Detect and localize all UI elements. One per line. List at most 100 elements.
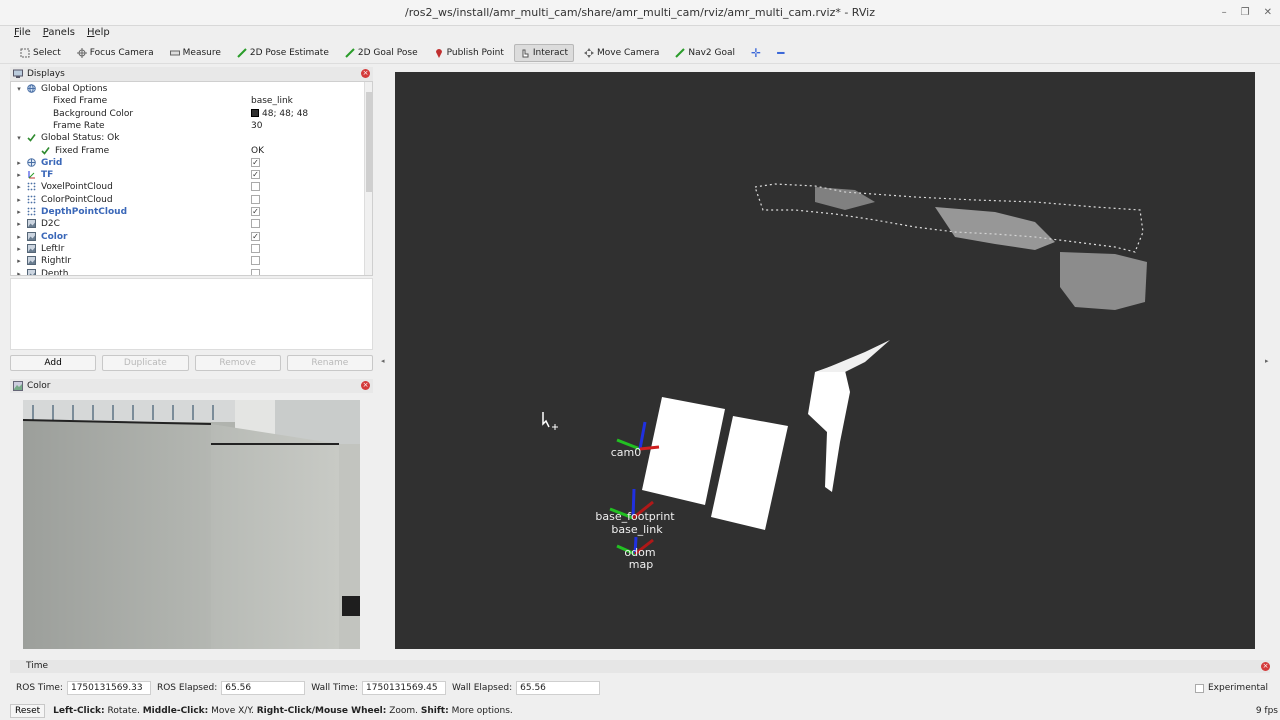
display-row-depthpointcloud[interactable]: ▸ DepthPointCloud ✓ — [11, 206, 366, 218]
display-row-tf[interactable]: ▸ TF ✓ — [11, 169, 366, 181]
remove-button[interactable]: Remove — [194, 355, 281, 371]
expanded-arrow-icon[interactable]: ▾ — [15, 132, 23, 144]
collapsed-arrow-icon[interactable]: ▸ — [15, 169, 23, 181]
display-enable-checkbox[interactable]: ✓ — [251, 231, 260, 241]
remove-tool-minus-icon[interactable]: ━ — [771, 44, 790, 62]
display-row-colorpointcloud[interactable]: ▸ ColorPointCloud — [11, 194, 366, 206]
display-row-d2c[interactable]: ▸ D2C — [11, 218, 366, 230]
display-row-voxelpointcloud[interactable]: ▸ VoxelPointCloud — [11, 181, 366, 193]
image-icon — [27, 243, 36, 253]
wall-elapsed-field[interactable]: 65.56 — [516, 681, 601, 695]
display-row-fixed-frame[interactable]: Fixed Frame base_link — [11, 95, 366, 107]
display-row-global-status-ok[interactable]: ▾ Global Status: Ok — [11, 132, 366, 144]
tool-nav2-goal[interactable]: Nav2 Goal — [669, 44, 741, 62]
check-icon — [27, 133, 36, 142]
expanded-arrow-icon[interactable]: ▾ — [15, 83, 23, 95]
time-panel-title: Time — [26, 661, 49, 671]
minimize-icon[interactable]: – — [1222, 0, 1227, 26]
display-row-background-color[interactable]: Background Color 48; 48; 48 — [11, 108, 366, 120]
menu-panels[interactable]: Panels — [43, 26, 75, 40]
collapsed-arrow-icon[interactable]: ▸ — [15, 255, 23, 267]
ros-time-field[interactable]: 1750131569.33 — [66, 681, 151, 695]
mouse-cursor-icon — [542, 412, 558, 430]
display-enable-checkbox[interactable]: ✓ — [251, 170, 260, 180]
display-row-label: D2C — [41, 219, 60, 230]
display-row-value[interactable]: base_link — [251, 95, 293, 107]
displays-tree[interactable]: ▾ Global Options Fixed Frame base_link Backg… — [10, 81, 373, 276]
rename-button[interactable]: Rename — [286, 355, 373, 371]
display-enable-checkbox[interactable] — [251, 182, 260, 192]
display-row-grid[interactable]: ▸ Grid ✓ — [11, 157, 366, 169]
display-row-rightir[interactable]: ▸ RightIr — [11, 255, 366, 267]
experimental-checkbox[interactable] — [1194, 683, 1204, 693]
hint-key: Middle-Click: — [142, 706, 209, 716]
display-row-label: LeftIr — [41, 243, 65, 254]
maximize-icon[interactable]: ❐ — [1241, 0, 1250, 26]
point-cloud-icon — [27, 182, 36, 191]
experimental-toggle[interactable]: Experimental — [1194, 683, 1268, 693]
collapsed-arrow-icon[interactable]: ▸ — [15, 268, 23, 276]
collapsed-arrow-icon[interactable]: ▸ — [15, 243, 23, 255]
point-cloud-render — [542, 183, 1147, 556]
display-enable-checkbox[interactable] — [251, 219, 260, 229]
close-icon[interactable]: ✕ — [1264, 0, 1272, 26]
tool-publish-point[interactable]: Publish Point — [428, 44, 510, 62]
collapse-left-arrow-icon[interactable]: ◂ — [381, 357, 385, 365]
display-row-color[interactable]: ▸ Color ✓ — [11, 231, 366, 243]
tool-interact[interactable]: Interact — [513, 43, 575, 62]
display-enable-checkbox[interactable] — [251, 256, 260, 266]
display-row-label: Color — [41, 231, 68, 242]
add-tool-plus-icon[interactable]: ✛ — [745, 44, 767, 62]
display-row-leftir[interactable]: ▸ LeftIr — [11, 243, 366, 255]
image-icon — [27, 219, 36, 229]
display-enable-checkbox[interactable] — [251, 243, 260, 253]
close-displays-icon[interactable]: × — [361, 69, 370, 78]
tool-2d-pose-estimate[interactable]: 2D Pose Estimate — [231, 44, 335, 62]
focus-camera-icon — [76, 47, 87, 58]
ros-elapsed-field[interactable]: 65.56 — [221, 681, 306, 695]
tool-2d-goal-pose[interactable]: 2D Goal Pose — [339, 44, 424, 62]
duplicate-button[interactable]: Duplicate — [102, 355, 189, 371]
display-enable-checkbox[interactable]: ✓ — [251, 157, 260, 167]
tool-label: Interact — [532, 47, 569, 58]
display-enable-checkbox[interactable]: ✓ — [251, 207, 260, 216]
menu-help[interactable]: Help — [87, 26, 110, 40]
collapsed-arrow-icon[interactable]: ▸ — [15, 231, 23, 243]
hint-text: Move X/Y. — [208, 706, 257, 716]
collapsed-arrow-icon[interactable]: ▸ — [15, 181, 23, 193]
interact-icon — [520, 48, 530, 58]
collapsed-arrow-icon[interactable]: ▸ — [15, 206, 23, 218]
add-button[interactable]: Add — [10, 355, 97, 371]
tool-measure[interactable]: Measure — [164, 44, 227, 62]
display-row-value[interactable]: 48; 48; 48 — [251, 108, 308, 120]
collapse-right-arrow-icon[interactable]: ▸ — [1265, 357, 1269, 365]
reset-button[interactable]: Reset — [10, 704, 46, 718]
tf-label-map: map — [628, 558, 654, 571]
display-row-depth[interactable]: ▸ Depth — [11, 268, 366, 276]
display-row-fixed-frame[interactable]: Fixed Frame OK — [11, 145, 366, 157]
close-time-panel-icon[interactable]: × — [1261, 662, 1270, 671]
display-row-value[interactable]: 30 — [251, 120, 262, 132]
collapsed-arrow-icon[interactable]: ▸ — [15, 218, 23, 230]
display-row-value[interactable]: OK — [251, 145, 264, 157]
display-row-global-options[interactable]: ▾ Global Options — [11, 83, 366, 95]
render-3d-viewport[interactable]: cam0 base_footprint base_link odom map — [395, 72, 1255, 649]
tool-label: Select — [33, 47, 61, 58]
display-row-label: Fixed Frame — [55, 145, 110, 156]
display-row-frame-rate[interactable]: Frame Rate 30 — [11, 120, 366, 132]
scrollbar-thumb[interactable] — [366, 92, 372, 192]
collapsed-arrow-icon[interactable]: ▸ — [15, 157, 23, 169]
wall-time-field[interactable]: 1750131569.45 — [362, 681, 447, 695]
tool-focus-camera[interactable]: Focus Camera — [71, 44, 160, 62]
collapsed-arrow-icon[interactable]: ▸ — [15, 194, 23, 206]
tool-select[interactable]: Select — [14, 44, 67, 62]
menu-bar: File Panels Help — [0, 26, 1280, 40]
display-row-label: Frame Rate — [53, 120, 105, 131]
display-enable-checkbox[interactable] — [251, 268, 260, 275]
close-color-panel-icon[interactable]: × — [361, 381, 370, 390]
display-enable-checkbox[interactable] — [251, 194, 260, 204]
publish-point-icon — [434, 48, 444, 58]
tool-move-camera[interactable]: Move Camera — [578, 44, 665, 62]
menu-file[interactable]: File — [14, 26, 31, 40]
select-icon — [20, 48, 30, 58]
